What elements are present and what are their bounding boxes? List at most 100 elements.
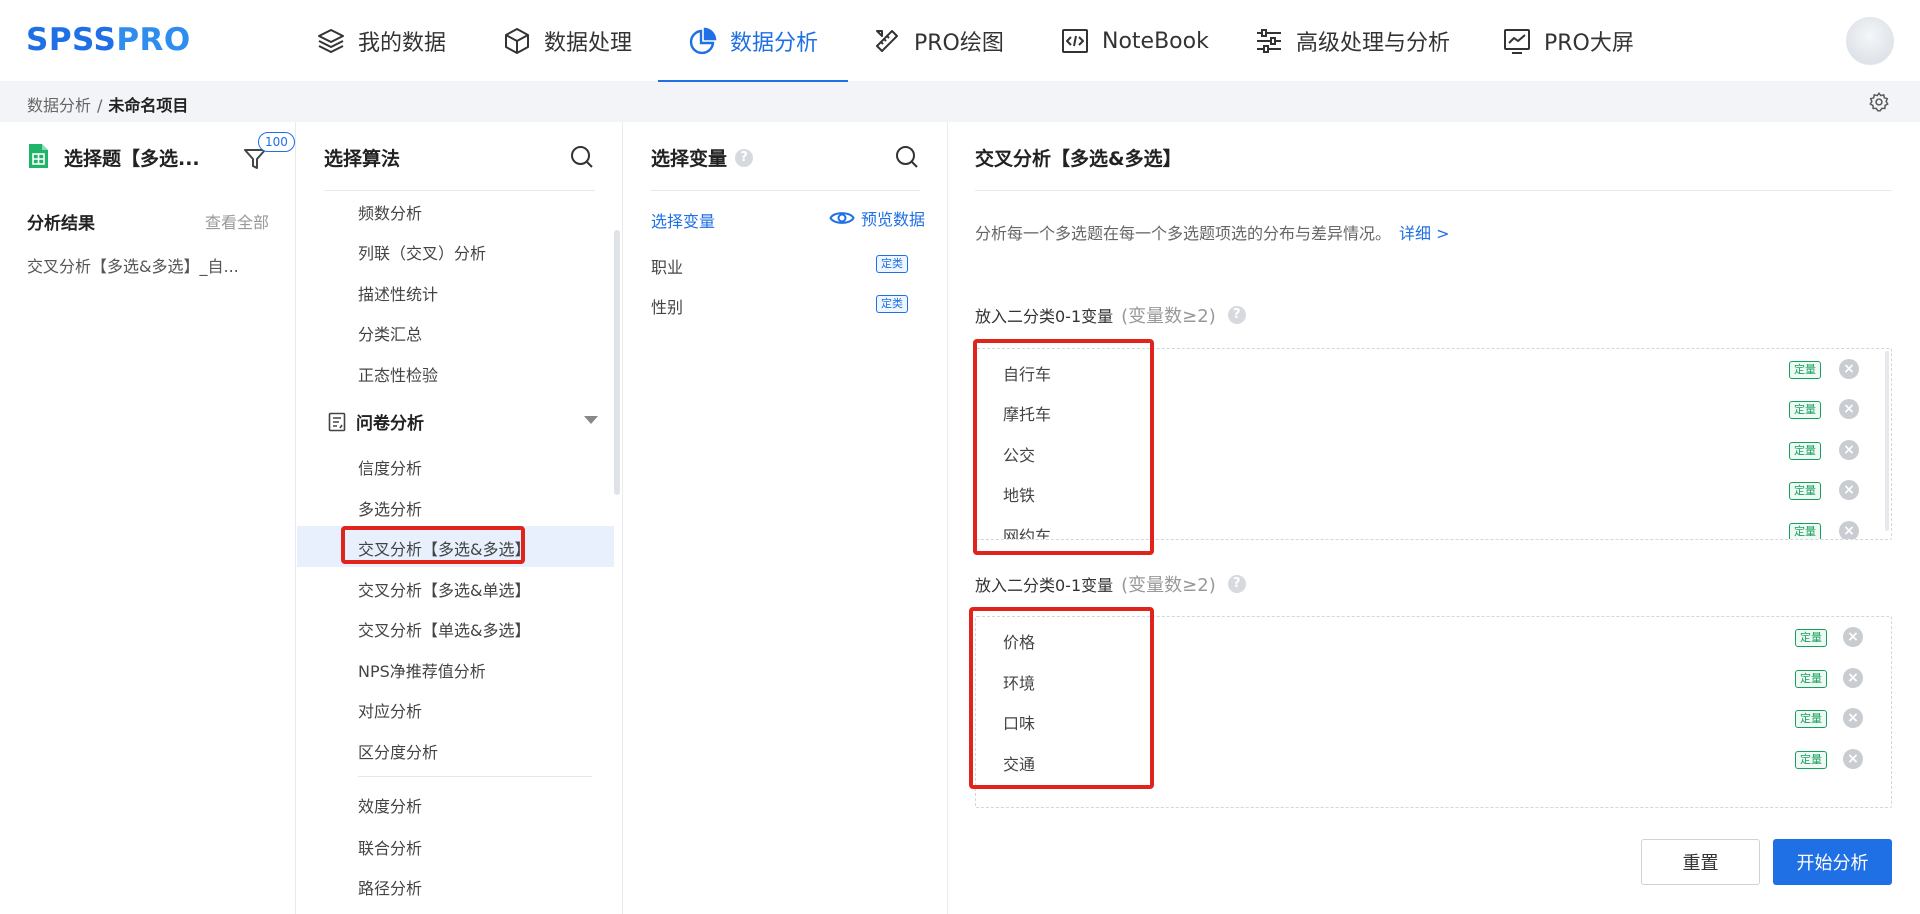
logo-main: SPSS <box>26 22 117 58</box>
quantitative-tag: 定量 <box>1795 751 1827 769</box>
nav-data-processing[interactable]: 数据处理 <box>502 0 632 82</box>
quantitative-tag: 定量 <box>1795 629 1827 647</box>
algorithm-item[interactable]: 描述性统计 <box>358 281 438 305</box>
algorithm-item[interactable]: 交叉分析【单选&多选】 <box>358 617 530 641</box>
algorithm-item[interactable]: 频数分析 <box>358 200 422 224</box>
algorithm-item[interactable]: 分类汇总 <box>358 321 422 345</box>
divider <box>651 190 920 191</box>
remove-icon[interactable]: × <box>1843 668 1863 688</box>
app-logo[interactable]: SPSSPRO <box>26 22 191 58</box>
scrollbar[interactable] <box>1885 351 1889 531</box>
quantitative-tag: 定量 <box>1789 361 1821 379</box>
slot2-label-text: 放入二分类0-1变量 <box>975 576 1114 595</box>
nav-label: 我的数据 <box>358 31 447 56</box>
slot1-label-text: 放入二分类0-1变量 <box>975 307 1114 326</box>
algorithm-item[interactable]: 信度分析 <box>358 455 422 479</box>
results-title: 分析结果 <box>27 214 95 234</box>
remove-icon[interactable]: × <box>1843 627 1863 647</box>
remove-icon[interactable]: × <box>1839 359 1859 379</box>
select-variable-tab[interactable]: 选择变量 <box>651 208 715 232</box>
highlight-box <box>973 339 1154 555</box>
quantitative-tag: 定量 <box>1789 523 1821 539</box>
algorithm-item[interactable]: 路径分析 <box>358 875 422 899</box>
algorithm-item[interactable]: 交叉分析【多选&单选】 <box>358 577 530 601</box>
code-icon <box>1062 29 1088 53</box>
eye-icon <box>829 212 855 224</box>
divider <box>324 190 595 191</box>
algorithm-panel-title: 选择算法 <box>324 148 401 170</box>
config-title: 交叉分析【多选&多选】 <box>975 148 1182 170</box>
highlight-box <box>969 607 1154 789</box>
ruler-pencil-icon <box>876 30 898 52</box>
nav-label: NoteBook <box>1102 28 1209 54</box>
nav-my-data[interactable]: 我的数据 <box>316 0 446 82</box>
search-icon[interactable] <box>894 144 920 170</box>
remove-icon[interactable]: × <box>1839 399 1859 419</box>
variable-row[interactable]: 职业 定类 <box>651 254 925 278</box>
start-analysis-button[interactable]: 开始分析 <box>1773 839 1892 885</box>
config-panel: 交叉分析【多选&多选】 分析每一个多选题在每一个多选题项选的分布与差异情况。 详细… <box>949 122 1920 914</box>
variable-panel: 选择变量 ? 选择变量 预览数据 职业 定类 性别 定类 <box>624 122 948 914</box>
algorithm-item[interactable]: 正态性检验 <box>358 362 438 386</box>
algorithm-item[interactable]: 对应分析 <box>358 698 422 722</box>
pie-chart-icon <box>689 27 717 55</box>
categorical-tag: 定类 <box>876 295 908 313</box>
gear-icon[interactable] <box>1868 91 1890 113</box>
divider <box>975 190 1892 191</box>
highlight-box <box>341 526 525 564</box>
breadcrumb-root[interactable]: 数据分析 <box>27 96 91 115</box>
nav-pro-plot[interactable]: PRO绘图 <box>872 0 1004 82</box>
slot2-hint: (变量数≥2) <box>1121 575 1216 596</box>
quantitative-tag: 定量 <box>1789 442 1821 460</box>
algorithm-group-questionnaire[interactable]: 问卷分析 <box>328 409 424 434</box>
sliders-icon <box>1257 29 1281 53</box>
nav-advanced[interactable]: 高级处理与分析 <box>1254 0 1450 82</box>
remove-icon[interactable]: × <box>1839 521 1859 539</box>
breadcrumb: 数据分析 / 未命名项目 <box>27 92 188 116</box>
algorithm-item[interactable]: 列联（交叉）分析 <box>358 240 486 264</box>
variable-row[interactable]: 性别 定类 <box>651 294 925 318</box>
algorithm-item[interactable]: 区分度分析 <box>358 739 438 763</box>
algorithm-item[interactable]: 效度分析 <box>358 793 422 817</box>
nav-data-analysis[interactable]: 数据分析 <box>657 0 849 82</box>
algorithm-item[interactable]: NPS净推荐值分析 <box>358 658 486 682</box>
nav-label: PRO大屏 <box>1544 31 1634 56</box>
remove-icon[interactable]: × <box>1839 480 1859 500</box>
nav-label: 高级处理与分析 <box>1296 31 1451 56</box>
result-item[interactable]: 交叉分析【多选&多选】_自... <box>27 253 257 277</box>
file-title[interactable]: 选择题【多选... <box>64 144 200 171</box>
detail-link[interactable]: 详细 > <box>1399 224 1450 243</box>
remove-icon[interactable]: × <box>1843 708 1863 728</box>
view-all-link[interactable]: 查看全部 <box>205 209 269 234</box>
help-icon[interactable]: ? <box>1227 306 1246 324</box>
user-avatar[interactable] <box>1846 17 1894 65</box>
variable-name: 职业 <box>651 258 684 277</box>
nav-label: 数据处理 <box>544 31 633 56</box>
quantitative-tag: 定量 <box>1795 710 1827 728</box>
nav-pro-screen[interactable]: PRO大屏 <box>1502 0 1634 82</box>
layers-icon <box>318 29 344 53</box>
nav-notebook[interactable]: NoteBook <box>1060 0 1209 82</box>
reset-button[interactable]: 重置 <box>1641 839 1760 885</box>
search-icon[interactable] <box>569 144 595 170</box>
description-text: 分析每一个多选题在每一个多选题项选的分布与差异情况。 <box>975 224 1392 243</box>
remove-icon[interactable]: × <box>1843 749 1863 769</box>
remove-icon[interactable]: × <box>1839 440 1859 460</box>
slot1-hint: (变量数≥2) <box>1121 306 1216 327</box>
slot2-label: 放入二分类0-1变量 (变量数≥2) ? <box>975 571 1246 597</box>
breadcrumb-separator: / <box>97 96 103 115</box>
algorithm-item[interactable]: 多选分析 <box>358 496 422 520</box>
algorithm-item[interactable]: 联合分析 <box>358 835 422 859</box>
breadcrumb-bar: 数据分析 / 未命名项目 <box>0 82 1920 122</box>
quantitative-tag: 定量 <box>1795 670 1827 688</box>
scrollbar[interactable] <box>614 230 620 495</box>
nav-label: 数据分析 <box>730 31 819 56</box>
logo-pro: PRO <box>116 22 191 58</box>
preview-data-button[interactable]: 预览数据 <box>829 206 925 230</box>
help-icon[interactable]: ? <box>735 148 754 167</box>
chevron-down-icon[interactable] <box>584 416 598 424</box>
breadcrumb-current: 未命名项目 <box>108 96 189 115</box>
top-navbar: SPSSPRO 我的数据 数据处理 数据分析 PRO绘图 NoteBook 高级… <box>0 0 1920 82</box>
spreadsheet-file-icon <box>29 144 48 168</box>
help-icon[interactable]: ? <box>1227 575 1246 593</box>
